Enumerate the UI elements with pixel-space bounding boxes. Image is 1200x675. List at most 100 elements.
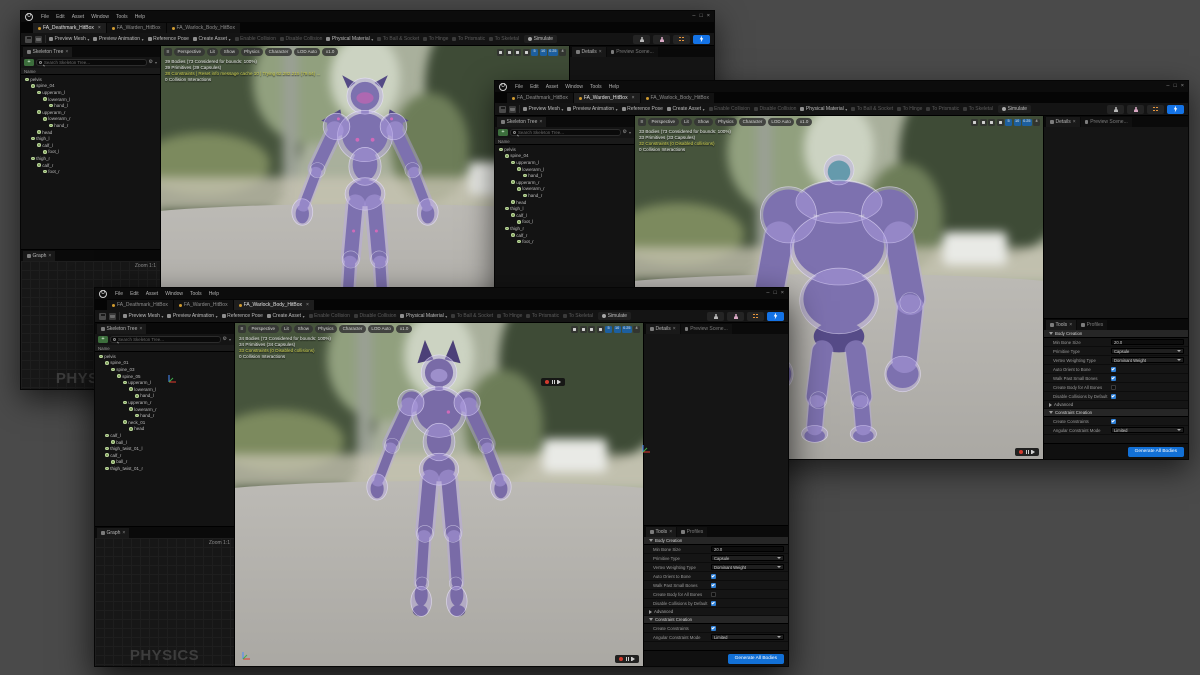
bone-tree-item[interactable]: calf_r [95,452,234,459]
browse-asset-icon[interactable] [35,36,42,43]
tab-tools[interactable]: Tools × [1046,320,1076,330]
bone-tree-item[interactable]: head [21,129,160,136]
property-row[interactable]: Auto Orient to Bone [1044,365,1188,374]
grid-snap-icon[interactable]: 5 [605,326,612,333]
property-row[interactable]: Constraint Creation [644,616,788,624]
close-icon[interactable]: × [1073,119,1076,125]
mesh-mode[interactable] [727,312,744,321]
scale-icon[interactable] [997,119,1004,126]
value-checkbox[interactable] [711,601,784,606]
menu-item[interactable]: Help [132,14,148,20]
pause-icon[interactable] [626,657,629,661]
tab-profiles[interactable]: Profiles [1077,320,1107,330]
viewport-option-pill[interactable]: Perspective [248,325,279,333]
toolbar-button[interactable]: Preview Animation ▾ [167,313,217,319]
close-icon[interactable]: × [306,302,309,308]
viewport-option-pill[interactable]: x1.0 [796,118,812,126]
bone-tree-item[interactable]: hand_r [495,192,634,199]
gear-icon[interactable]: ⚙ [223,337,227,342]
menu-item[interactable]: Asset [543,84,562,90]
animation-mode[interactable] [673,35,690,44]
viewport-option-pill[interactable]: Perspective [648,118,679,126]
physics-mode[interactable] [1167,105,1184,114]
asset-tab[interactable]: FA_Deathmark_HitBox × [33,23,106,33]
skeleton-mode[interactable] [1107,105,1124,114]
bone-tree-item[interactable]: lowerarm_r [21,116,160,123]
bone-tree-item[interactable]: upperarm_l [95,379,234,386]
tab-skeleton-tree[interactable]: Skeleton Tree × [497,117,546,127]
property-row[interactable]: Disable Collisions by Default [1044,392,1188,401]
gear-icon[interactable]: ⚙ [149,60,153,65]
property-row[interactable]: Auto Orient to Bone [644,572,788,581]
value-checkbox[interactable] [1111,419,1184,424]
property-row[interactable]: Constraint Creation [1044,409,1188,417]
tab-graph[interactable]: Graph × [23,251,55,261]
animation-mode[interactable] [747,312,764,321]
save-icon[interactable] [25,36,32,43]
viewport-menu-icon[interactable]: ≡ [164,48,172,56]
skeleton-search-input[interactable]: Search Skeleton Tree... [110,336,221,343]
value-select[interactable]: Dominant Weight [1111,357,1184,364]
record-icon[interactable] [545,380,549,384]
tab-preview-scene[interactable]: Preview Scene... [1081,117,1132,127]
bone-tree-item[interactable]: neck_01 [95,419,234,426]
bone-tree-item[interactable]: lowerarm_l [495,166,634,173]
tab-skeleton-tree[interactable]: Skeleton Tree × [23,47,72,57]
viewport-option-pill[interactable]: Physics [241,48,264,56]
bone-tree-item[interactable]: foot_l [21,149,160,156]
property-row[interactable]: Vertex Weighting Type Dominant Weight Do… [1044,356,1188,365]
property-row[interactable]: Angular Constraint Mode Limited Limited [644,633,788,642]
viewport-option-pill[interactable]: Lit [207,48,219,56]
bone-tree-item[interactable]: calf_l [495,212,634,219]
bone-tree-item[interactable]: calf_l [21,142,160,149]
bone-tree-item[interactable]: pelvis [95,353,234,360]
menu-item[interactable]: Help [606,84,622,90]
generate-all-bodies-button[interactable]: Generate All Bodies [728,654,784,664]
property-row[interactable]: Primitive Type Capsule Capsule [1044,347,1188,356]
value-checkbox[interactable] [711,583,784,588]
maximize-button[interactable]: □ [699,14,702,20]
pause-icon[interactable] [1026,450,1029,454]
toolbar-button[interactable]: Reference Pose ▾ [148,36,189,42]
tab-details[interactable]: Details × [646,324,680,334]
camera-speed-icon[interactable]: 4 [559,49,566,56]
menu-item[interactable]: File [112,291,126,297]
viewport-menu-icon[interactable]: ≡ [238,325,246,333]
toolbar-button[interactable]: Physical Material ▾ [400,313,447,319]
menu-item[interactable]: File [38,14,52,20]
property-row[interactable]: Advanced [644,608,788,616]
bone-tree-item[interactable]: upperarm_r [495,179,634,186]
value-select[interactable]: Limited [1111,427,1184,434]
add-button[interactable]: + [498,129,508,136]
toolbar-button[interactable]: To Hinge ▾ [897,106,922,112]
toolbar-button[interactable]: Create Asset ▾ [667,106,705,112]
step-forward-icon[interactable] [1032,450,1035,454]
value-checkbox[interactable] [711,574,784,579]
bone-tree-item[interactable]: foot_r [21,168,160,175]
menu-item[interactable]: File [512,84,526,90]
tab-profiles[interactable]: Profiles [677,527,707,537]
bone-tree-item[interactable]: calf_r [495,232,634,239]
bone-tree-item[interactable]: head [95,426,234,433]
toolbar-button[interactable]: Enable Collision ▾ [235,36,276,42]
maximize-button[interactable]: □ [773,291,776,297]
property-row[interactable]: Angular Constraint Mode Limited Limited [1044,426,1188,435]
close-button[interactable]: × [781,291,784,297]
value-select[interactable]: Capsule [1111,348,1184,355]
toolbar-button[interactable]: Enable Collision ▾ [309,313,350,319]
close-icon[interactable]: × [669,529,672,535]
value-checkbox[interactable] [1111,394,1184,399]
minimize-button[interactable]: – [1166,84,1169,90]
property-row[interactable]: Body Creation [1044,330,1188,338]
tab-preview-scene[interactable]: Preview Scene... [681,324,732,334]
asset-tab[interactable]: FA_Warlock_Body_HitBox × [167,23,240,33]
bone-tree-item[interactable]: spine_01 [95,360,234,367]
bone-tree-item[interactable]: hand_l [95,393,234,400]
add-button[interactable]: + [24,59,34,66]
tab-details[interactable]: Details × [572,47,606,57]
close-button[interactable]: × [1181,84,1184,90]
gear-icon[interactable]: ⚙ [623,130,627,135]
toolbar-button[interactable]: To Ball & Socket ▾ [377,36,419,42]
rotation-snap-icon[interactable]: 10 [540,49,547,56]
value-checkbox[interactable] [711,626,784,631]
